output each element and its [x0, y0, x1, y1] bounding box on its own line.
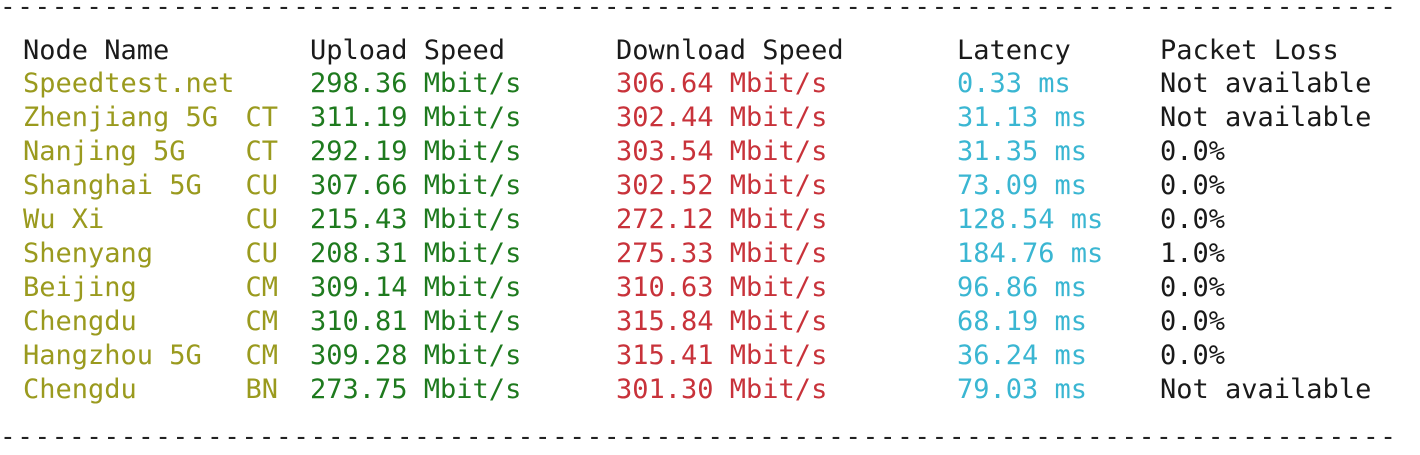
isp-cell: CM [245, 340, 278, 371]
upload-speed-cell: 208.31 Mbit/s [310, 238, 522, 269]
node-name-cell: Chengdu [23, 374, 137, 405]
latency-cell: 0.33 ms [957, 68, 1071, 99]
upload-speed-cell: 309.14 Mbit/s [310, 272, 522, 303]
packet-loss-cell: Not available [1160, 102, 1372, 133]
packet-loss-cell: Not available [1160, 68, 1372, 99]
upload-speed-cell: 273.75 Mbit/s [310, 374, 522, 405]
upload-speed-cell: 292.19 Mbit/s [310, 136, 522, 167]
header-packet-loss: Packet Loss [1160, 35, 1339, 66]
download-speed-cell: 310.63 Mbit/s [616, 272, 828, 303]
packet-loss-cell: 0.0% [1160, 306, 1226, 337]
latency-cell: 184.76 ms [957, 238, 1104, 269]
upload-speed-cell: 298.36 Mbit/s [310, 68, 522, 99]
node-name-cell: Beijing [23, 272, 137, 303]
packet-loss-cell: 0.0% [1160, 170, 1226, 201]
packet-loss-cell: 0.0% [1160, 136, 1226, 167]
header-upload-speed: Upload Speed [310, 35, 506, 66]
bottom-divider: ----------------------------------------… [0, 424, 1400, 451]
latency-cell: 128.54 ms [957, 204, 1104, 235]
terminal-output: ----------------------------------------… [0, 0, 1420, 455]
packet-loss-cell: Not available [1160, 374, 1372, 405]
download-speed-cell: 272.12 Mbit/s [616, 204, 828, 235]
header-node-name: Node Name [23, 35, 170, 66]
isp-cell: CT [245, 136, 278, 167]
node-name-cell: Hangzhou 5G [23, 340, 202, 371]
isp-cell: CT [245, 102, 278, 133]
latency-cell: 31.13 ms [957, 102, 1088, 133]
header-download-speed: Download Speed [616, 35, 844, 66]
isp-cell: CM [245, 272, 278, 303]
node-name-cell: Shenyang [23, 238, 154, 269]
isp-cell: BN [245, 374, 278, 405]
latency-cell: 31.35 ms [957, 136, 1088, 167]
download-speed-cell: 306.64 Mbit/s [616, 68, 828, 99]
node-name-cell: Speedtest.net [23, 68, 235, 99]
packet-loss-cell: 0.0% [1160, 204, 1226, 235]
node-name-cell: Shanghai 5G [23, 170, 202, 201]
download-speed-cell: 275.33 Mbit/s [616, 238, 828, 269]
packet-loss-cell: 0.0% [1160, 272, 1226, 303]
latency-cell: 79.03 ms [957, 374, 1088, 405]
upload-speed-cell: 307.66 Mbit/s [310, 170, 522, 201]
upload-speed-cell: 310.81 Mbit/s [310, 306, 522, 337]
download-speed-cell: 315.41 Mbit/s [616, 340, 828, 371]
node-name-cell: Chengdu [23, 306, 137, 337]
table-header: Node Name Upload Speed Download Speed La… [0, 34, 1339, 68]
node-name-cell: Zhenjiang 5G [23, 102, 219, 133]
download-speed-cell: 301.30 Mbit/s [616, 374, 828, 405]
download-speed-cell: 302.44 Mbit/s [616, 102, 828, 133]
isp-cell: CU [245, 238, 278, 269]
top-divider: ----------------------------------------… [0, 0, 1400, 21]
download-speed-cell: 302.52 Mbit/s [616, 170, 828, 201]
download-speed-cell: 315.84 Mbit/s [616, 306, 828, 337]
node-name-cell: Wu Xi [23, 204, 105, 235]
upload-speed-cell: 311.19 Mbit/s [310, 102, 522, 133]
latency-cell: 96.86 ms [957, 272, 1088, 303]
upload-speed-cell: 215.43 Mbit/s [310, 204, 522, 235]
upload-speed-cell: 309.28 Mbit/s [310, 340, 522, 371]
isp-cell: CM [245, 306, 278, 337]
packet-loss-cell: 0.0% [1160, 340, 1226, 371]
isp-cell: CU [245, 204, 278, 235]
header-latency: Latency [957, 35, 1071, 66]
isp-cell: CU [245, 170, 278, 201]
latency-cell: 68.19 ms [957, 306, 1088, 337]
node-name-cell: Nanjing 5G [23, 136, 186, 167]
packet-loss-cell: 1.0% [1160, 238, 1226, 269]
latency-cell: 36.24 ms [957, 340, 1088, 371]
download-speed-cell: 303.54 Mbit/s [616, 136, 828, 167]
latency-cell: 73.09 ms [957, 170, 1088, 201]
